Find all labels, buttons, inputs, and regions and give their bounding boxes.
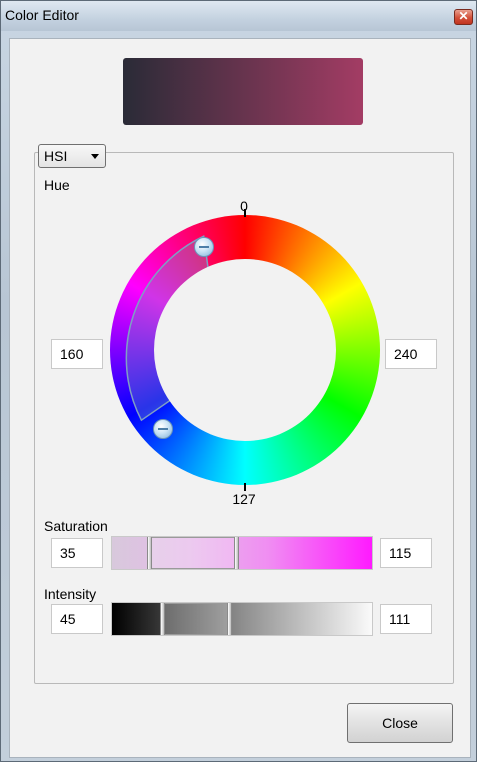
saturation-range-slider[interactable] — [111, 536, 373, 570]
hue-tick-bottom-mark — [244, 483, 246, 491]
saturation-min-field[interactable]: 35 — [51, 538, 103, 568]
intensity-max-field[interactable]: 111 — [380, 604, 432, 634]
intensity-min-handle[interactable] — [160, 603, 165, 635]
hue-end-handle[interactable] — [153, 419, 173, 439]
chevron-down-icon — [91, 154, 99, 159]
hue-wheel[interactable] — [110, 209, 380, 491]
saturation-label: Saturation — [44, 518, 108, 534]
hue-label: Hue — [44, 177, 70, 193]
saturation-max-field[interactable]: 115 — [380, 538, 432, 568]
hue-start-handle[interactable] — [194, 237, 214, 257]
saturation-range-selection[interactable] — [150, 537, 238, 569]
intensity-min-field[interactable]: 45 — [51, 604, 103, 634]
hue-tick-bottom-label: 127 — [232, 491, 256, 507]
hue-right-value-field[interactable]: 240 — [385, 339, 437, 369]
window-title: Color Editor — [5, 7, 79, 23]
window-close-icon[interactable]: ✕ — [454, 9, 473, 25]
hue-tick-top-mark — [244, 209, 246, 217]
close-button[interactable]: Close — [347, 703, 453, 743]
hue-wheel-center — [154, 259, 336, 441]
color-model-dropdown[interactable]: HSI — [38, 144, 106, 168]
intensity-label: Intensity — [44, 586, 97, 602]
saturation-min-handle[interactable] — [147, 537, 152, 569]
saturation-max-handle[interactable] — [234, 537, 239, 569]
color-preview-swatch — [123, 58, 363, 125]
intensity-range-selection[interactable] — [163, 603, 231, 635]
color-model-selected: HSI — [44, 148, 68, 164]
intensity-range-slider[interactable] — [111, 602, 373, 636]
hue-left-value-field[interactable]: 160 — [51, 339, 103, 369]
intensity-max-handle[interactable] — [227, 603, 232, 635]
title-bar[interactable]: Color Editor ✕ — [1, 1, 476, 31]
